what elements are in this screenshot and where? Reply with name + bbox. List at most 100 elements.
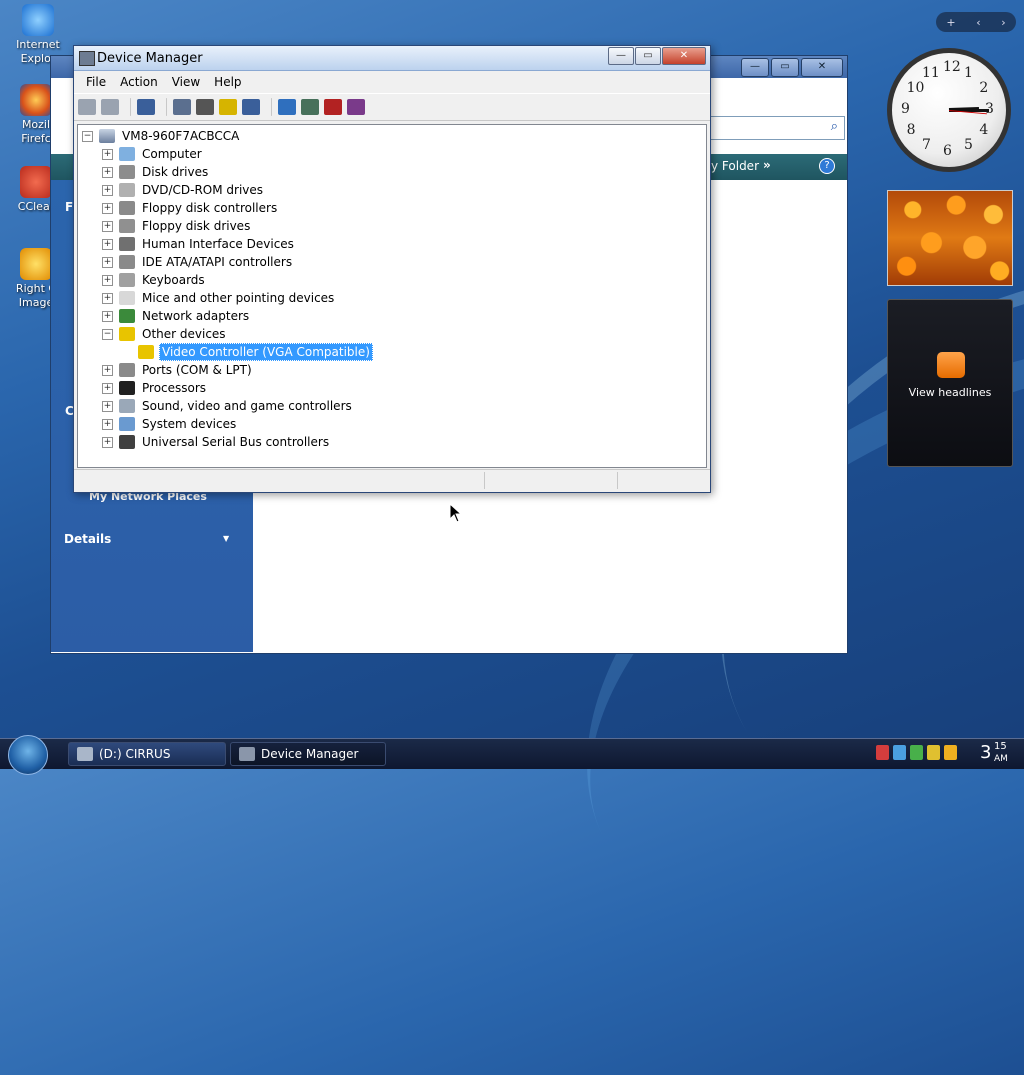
minimize-button[interactable]: —: [608, 47, 634, 65]
previous-page-button[interactable]: ‹: [976, 16, 980, 29]
forward-icon[interactable]: [101, 99, 119, 115]
tool-icon[interactable]: [927, 745, 940, 760]
device-category[interactable]: + IDE ATA/ATAPI controllers: [102, 253, 294, 271]
details-header[interactable]: Details: [64, 532, 111, 546]
clock-numeral: 9: [901, 101, 910, 117]
menu-action[interactable]: Action: [113, 75, 165, 89]
chevron-down-icon[interactable]: ▼: [223, 534, 229, 543]
system-device-icon: [119, 417, 135, 431]
device-category-label: Other devices: [142, 327, 226, 341]
status-pane: [617, 472, 708, 489]
device-manager-window[interactable]: Device Manager — ▭ ✕ File Action View He…: [73, 45, 711, 493]
show-hide-tree-icon[interactable]: [137, 99, 155, 115]
back-icon[interactable]: [78, 99, 96, 115]
print-icon[interactable]: [196, 99, 214, 115]
close-button[interactable]: ✕: [662, 47, 706, 65]
sparkle-icon[interactable]: [944, 745, 957, 760]
taskbar-clock[interactable]: 3 15 AM: [980, 741, 1008, 764]
add-gadget-button[interactable]: +: [946, 16, 955, 29]
processor-icon: [119, 381, 135, 395]
explorer-maximize-button[interactable]: ▭: [771, 58, 799, 77]
device-category[interactable]: + DVD/CD-ROM drives: [102, 181, 265, 199]
device-category[interactable]: + Computer: [102, 145, 204, 163]
device-category[interactable]: + Ports (COM & LPT): [102, 361, 254, 379]
device-category[interactable]: Video Controller (VGA Compatible): [138, 343, 373, 361]
expand-icon[interactable]: +: [102, 382, 113, 394]
expand-icon[interactable]: +: [102, 310, 113, 322]
unknown-device-icon: [119, 327, 135, 341]
device-manager-title-bar[interactable]: Device Manager — ▭ ✕: [74, 46, 710, 71]
device-tree[interactable]: − VM8-960F7ACBCCA + Computer + Disk drives +…: [77, 124, 707, 468]
expand-icon[interactable]: +: [102, 220, 113, 232]
update-driver-icon[interactable]: [278, 99, 296, 115]
expand-icon[interactable]: +: [102, 148, 113, 160]
export-icon[interactable]: [242, 99, 260, 115]
uninstall-icon[interactable]: [324, 99, 342, 115]
explorer-minimize-button[interactable]: —: [741, 58, 769, 77]
hid-icon: [119, 237, 135, 251]
more-commands-button[interactable]: »: [763, 158, 771, 172]
device-category[interactable]: − Other devices: [102, 325, 228, 343]
safely-remove-icon[interactable]: [910, 745, 923, 760]
expand-icon[interactable]: +: [102, 184, 113, 196]
clock-hour: 3: [980, 742, 992, 763]
maximize-button[interactable]: ▭: [635, 47, 661, 65]
start-button[interactable]: [8, 735, 48, 775]
expand-icon[interactable]: +: [102, 274, 113, 286]
device-category[interactable]: + Disk drives: [102, 163, 210, 181]
device-category-label: Keyboards: [142, 273, 205, 287]
explorer-close-button[interactable]: ✕: [801, 58, 843, 77]
new-folder-button[interactable]: y Folder: [711, 159, 759, 173]
taskbar: (D:) CIRRUS Device Manager 3 15 AM: [0, 735, 1024, 775]
menu-file[interactable]: File: [79, 75, 113, 89]
tree-root[interactable]: − VM8-960F7ACBCCA: [82, 127, 241, 145]
disable-icon[interactable]: [347, 99, 365, 115]
expand-icon[interactable]: +: [102, 418, 113, 430]
device-category[interactable]: + Sound, video and game controllers: [102, 397, 354, 415]
expand-icon[interactable]: +: [102, 436, 113, 448]
collapse-icon[interactable]: −: [82, 130, 93, 142]
help-icon[interactable]: ?: [819, 158, 835, 174]
next-page-button[interactable]: ›: [1001, 16, 1005, 29]
device-category[interactable]: + Floppy disk drives: [102, 217, 252, 235]
security-icon[interactable]: [876, 745, 889, 760]
expand-icon[interactable]: +: [102, 256, 113, 268]
expand-icon[interactable]: +: [102, 292, 113, 304]
device-category[interactable]: + Human Interface Devices: [102, 235, 296, 253]
search-icon[interactable]: ⌕: [831, 119, 838, 134]
slideshow-gadget[interactable]: [887, 190, 1013, 286]
taskbar-item-device-manager[interactable]: Device Manager: [230, 742, 386, 766]
menu-view[interactable]: View: [165, 75, 207, 89]
help-icon[interactable]: [219, 99, 237, 115]
network-adapter-icon: [119, 309, 135, 323]
device-category[interactable]: + Floppy disk controllers: [102, 199, 279, 217]
properties-icon[interactable]: [173, 99, 191, 115]
explorer-search-box[interactable]: ⌕: [707, 116, 845, 140]
device-category[interactable]: + Processors: [102, 379, 208, 397]
device-category[interactable]: + Mice and other pointing devices: [102, 289, 336, 307]
feed-headlines-gadget[interactable]: View headlines: [887, 299, 1013, 467]
expand-icon[interactable]: +: [102, 238, 113, 250]
disk-drive-icon: [119, 165, 135, 179]
tree-root-label: VM8-960F7ACBCCA: [122, 129, 240, 143]
expand-icon[interactable]: +: [102, 166, 113, 178]
taskbar-item-cirrus[interactable]: (D:) CIRRUS: [68, 742, 226, 766]
expand-icon[interactable]: +: [102, 364, 113, 376]
device-category-label: DVD/CD-ROM drives: [142, 183, 264, 197]
device-category[interactable]: + System devices: [102, 415, 238, 433]
status-pane: [484, 472, 617, 489]
view-headlines-link[interactable]: View headlines: [888, 386, 1012, 399]
device-category[interactable]: + Network adapters: [102, 307, 251, 325]
clock-gadget[interactable]: 12 1 2 3 4 5 6 7 8 9 10 11: [887, 48, 1011, 172]
collapse-icon[interactable]: −: [102, 328, 113, 340]
network-icon[interactable]: [893, 745, 906, 760]
menu-help[interactable]: Help: [207, 75, 248, 89]
device-category[interactable]: + Keyboards: [102, 271, 207, 289]
sidebar-controls: + ‹ ›: [936, 12, 1016, 32]
expand-icon[interactable]: +: [102, 202, 113, 214]
device-category[interactable]: + Universal Serial Bus controllers: [102, 433, 331, 451]
scan-changes-icon[interactable]: [301, 99, 319, 115]
expand-icon[interactable]: +: [102, 400, 113, 412]
device-category-label: Processors: [142, 381, 207, 395]
clock-ampm: AM: [994, 754, 1008, 764]
